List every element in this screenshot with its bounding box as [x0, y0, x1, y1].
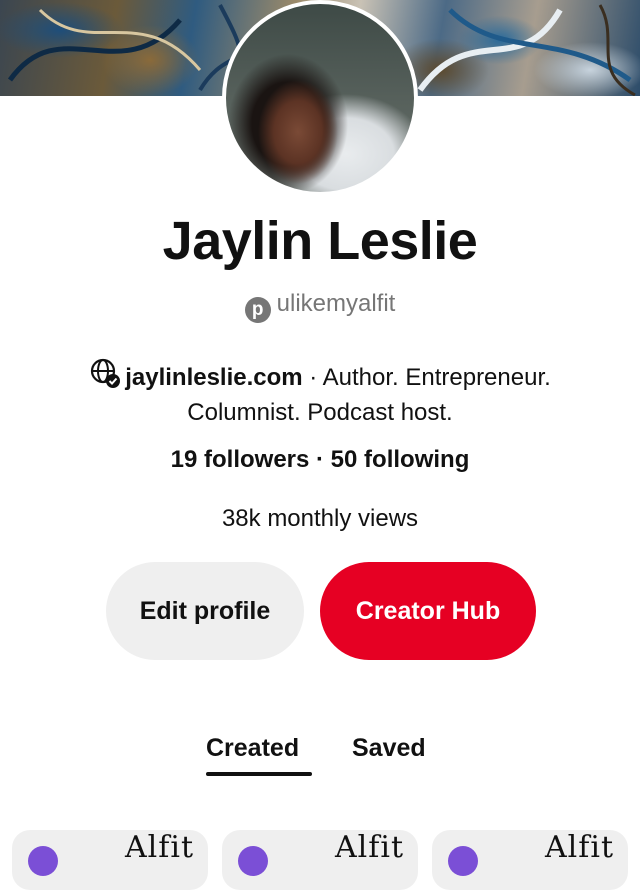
- profile-handle: ulikemyalfit: [276, 290, 396, 317]
- pin-card-text: Alfit: [544, 830, 614, 865]
- pin-card-text: Alfit: [124, 830, 194, 865]
- pin-card-text: Alfit: [334, 830, 404, 865]
- profile-avatar[interactable]: [222, 0, 418, 196]
- edit-profile-button[interactable]: Edit profile: [106, 562, 304, 660]
- follow-stats[interactable]: 19 followers · 50 following: [0, 446, 640, 474]
- bio-line-1: · Author. Entrepreneur.: [309, 364, 551, 391]
- tab-created[interactable]: Created: [206, 734, 299, 763]
- active-tab-indicator: [206, 772, 312, 776]
- avatar: [28, 846, 58, 876]
- pin-card[interactable]: Alfit: [432, 830, 628, 890]
- profile-bio: jaylinleslie.com · Author. Entrepreneur.…: [60, 357, 580, 428]
- bio-line-2: Columnist. Podcast host.: [187, 399, 453, 426]
- tab-saved[interactable]: Saved: [352, 734, 426, 763]
- pinterest-icon: p: [244, 297, 271, 323]
- profile-handle-row: p ulikemyalfit: [0, 290, 640, 323]
- profile-name: Jaylin Leslie: [162, 211, 478, 271]
- monthly-views: 38k monthly views: [221, 505, 419, 532]
- website-link[interactable]: jaylinleslie.com: [125, 364, 302, 391]
- pin-card[interactable]: Alfit: [222, 830, 418, 890]
- globe-verified-icon: [89, 357, 121, 397]
- creator-hub-button[interactable]: Creator Hub: [320, 562, 536, 660]
- pin-card[interactable]: Alfit: [12, 830, 208, 890]
- avatar: [238, 846, 268, 876]
- avatar: [448, 846, 478, 876]
